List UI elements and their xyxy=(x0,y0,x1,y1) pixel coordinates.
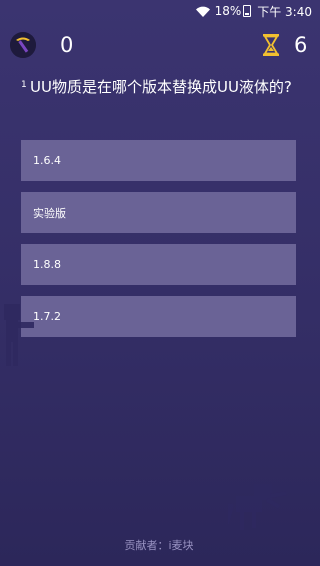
answer-option-1[interactable]: 1.6.4 xyxy=(21,140,296,181)
answer-option-label: 实验版 xyxy=(33,206,66,220)
answer-option-2[interactable]: 实验版 xyxy=(21,192,296,233)
status-bar: 18% 下午 3:40 xyxy=(0,0,318,22)
battery-percent: 18% xyxy=(214,4,242,18)
contributor-credit: 贡献者：i麦块 xyxy=(124,539,194,552)
clock: 下午 3:40 xyxy=(257,4,312,19)
score-value: 0 xyxy=(60,33,74,57)
answer-option-label: 1.6.4 xyxy=(33,154,61,167)
pickaxe-icon xyxy=(10,32,36,58)
answer-option-3[interactable]: 1.8.8 xyxy=(21,244,296,285)
question-number: 1 xyxy=(21,80,27,90)
answer-option-label: 1.8.8 xyxy=(33,258,61,271)
answer-option-label: 1.7.2 xyxy=(33,310,61,323)
answer-option-4[interactable]: 1.7.2 xyxy=(21,296,296,337)
spider-silhouette-decoration xyxy=(228,484,287,530)
question-text: UU物质是在哪个版本替换成UU液体的? xyxy=(30,78,292,96)
game-topbar: 0 6 xyxy=(0,28,318,62)
zombie-silhouette-decoration xyxy=(4,304,34,366)
battery-icon xyxy=(243,5,252,17)
hourglass-icon xyxy=(263,34,279,56)
timer-value: 6 xyxy=(294,33,308,57)
wifi-icon xyxy=(195,6,210,17)
